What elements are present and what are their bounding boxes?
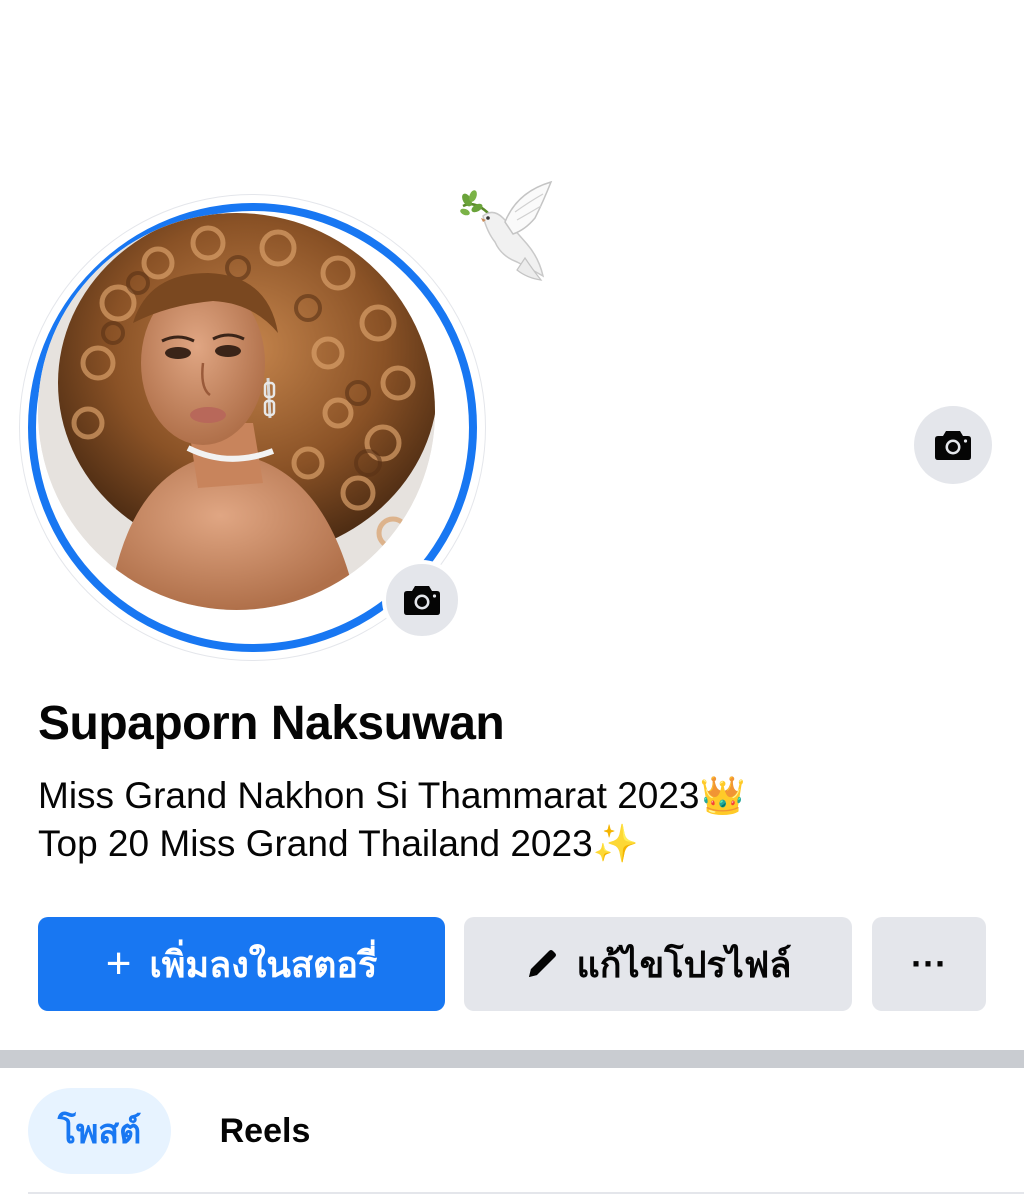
edit-cover-photo-button[interactable] <box>914 406 992 484</box>
add-to-story-label: เพิ่มลงในสตอรี่ <box>149 943 378 985</box>
avatar-photo <box>38 213 435 610</box>
avatar <box>38 213 435 610</box>
edit-profile-label: แก้ไขโปรไฟล์ <box>576 943 792 985</box>
camera-icon <box>935 431 971 460</box>
tab-reels[interactable]: Reels <box>190 1088 340 1174</box>
profile-bio: Miss Grand Nakhon Si Thammarat 2023👑 Top… <box>38 772 746 868</box>
bio-line: Miss Grand Nakhon Si Thammarat 2023👑 <box>38 775 746 816</box>
pencil-icon <box>525 947 559 981</box>
add-to-story-button[interactable]: + เพิ่มลงในสตอรี่ <box>38 917 445 1011</box>
edit-profile-picture-button[interactable] <box>382 560 462 640</box>
more-options-button[interactable]: ··· <box>872 917 986 1011</box>
section-divider <box>0 1050 1024 1068</box>
profile-page: Supaporn Naksuwan Miss Grand Nakhon Si T… <box>0 0 1024 1200</box>
profile-name: Supaporn Naksuwan <box>38 697 505 750</box>
bio-line: Top 20 Miss Grand Thailand 2023✨ <box>38 823 639 864</box>
edit-profile-button[interactable]: แก้ไขโปรไฟล์ <box>464 917 852 1011</box>
camera-icon <box>404 586 440 615</box>
tabs-divider <box>28 1192 1024 1194</box>
more-icon: ··· <box>911 943 947 984</box>
dove-icon <box>460 180 553 281</box>
plus-icon: + <box>105 939 132 988</box>
tab-posts[interactable]: โพสต์ <box>28 1088 171 1174</box>
